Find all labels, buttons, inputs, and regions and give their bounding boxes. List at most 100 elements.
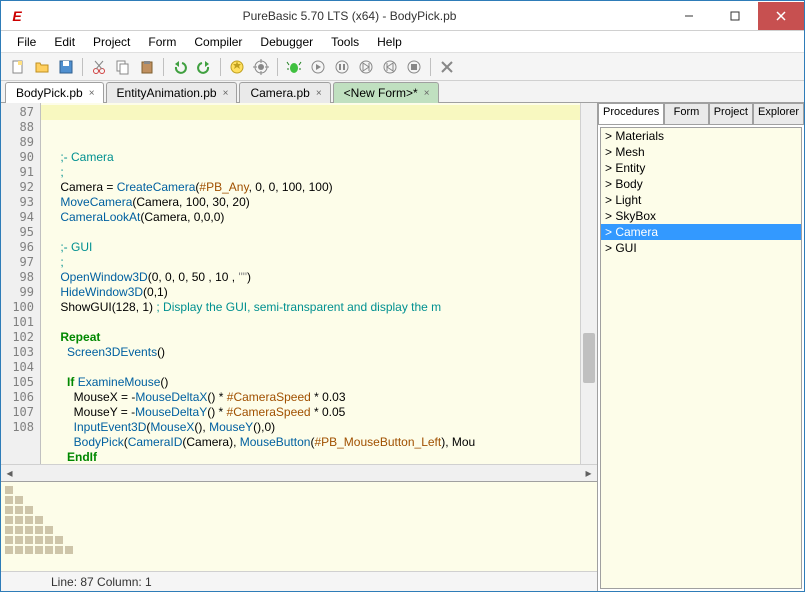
editor-tab[interactable]: <New Form>* × (333, 82, 439, 103)
code-line[interactable]: MouseX = -MouseDeltaX() * #CameraSpeed *… (47, 390, 580, 405)
scroll-right-arrow[interactable]: ▸ (580, 465, 597, 482)
code-line[interactable]: BodyPick(CameraID(Camera), MouseButton(#… (47, 435, 580, 450)
open-file-icon[interactable] (31, 56, 53, 78)
code-area[interactable]: ;- Camera ; Camera = CreateCamera(#PB_An… (41, 103, 580, 464)
statusbar: Line: 87 Column: 1 (1, 571, 597, 591)
cursor-position: Line: 87 Column: 1 (51, 575, 152, 589)
code-line[interactable]: ShowGUI(128, 1) ; Display the GUI, semi-… (47, 300, 580, 315)
tab-label: <New Form>* (344, 86, 418, 100)
code-line[interactable] (47, 225, 580, 240)
menu-tools[interactable]: Tools (323, 33, 367, 51)
scroll-left-arrow[interactable]: ◂ (1, 465, 18, 482)
menu-form[interactable]: Form (140, 33, 184, 51)
continue-icon[interactable] (379, 56, 401, 78)
code-line[interactable]: ; (47, 165, 580, 180)
minimize-button[interactable] (666, 2, 712, 30)
save-icon[interactable] (55, 56, 77, 78)
close-button[interactable] (758, 2, 804, 30)
main-window: E PureBasic 5.70 LTS (x64) - BodyPick.pb… (0, 0, 805, 592)
code-line[interactable]: If ExamineMouse() (47, 375, 580, 390)
compile-icon[interactable] (226, 56, 248, 78)
toolbar-separator (82, 58, 83, 76)
content-area: 87 88 89 90 91 92 93 94 95 96 97 98 99 1… (1, 103, 804, 591)
code-line[interactable] (47, 315, 580, 330)
menubar: FileEditProjectFormCompilerDebuggerTools… (1, 31, 804, 53)
code-line[interactable]: HideWindow3D(0,1) (47, 285, 580, 300)
run-icon[interactable] (250, 56, 272, 78)
tab-label: BodyPick.pb (16, 86, 83, 100)
paste-icon[interactable] (136, 56, 158, 78)
output-panel[interactable] (1, 481, 597, 571)
code-line[interactable]: Screen3DEvents() (47, 345, 580, 360)
toolbar-separator (163, 58, 164, 76)
maximize-button[interactable] (712, 2, 758, 30)
side-tab-project[interactable]: Project (709, 103, 753, 124)
code-line[interactable]: MoveCamera(Camera, 100, 30, 20) (47, 195, 580, 210)
vertical-scrollbar[interactable] (580, 103, 597, 464)
horizontal-scrollbar[interactable]: ◂ ▸ (1, 464, 597, 481)
editor-tab[interactable]: Camera.pb × (239, 82, 330, 103)
code-line[interactable]: OpenWindow3D(0, 0, 0, 50 , 10 , "") (47, 270, 580, 285)
stop-icon[interactable] (403, 56, 425, 78)
editor-tab[interactable]: EntityAnimation.pb × (106, 82, 238, 103)
side-tab-procedures[interactable]: Procedures (598, 103, 664, 124)
step-into-icon[interactable] (331, 56, 353, 78)
procedure-item[interactable]: > Entity (601, 160, 801, 176)
titlebar[interactable]: E PureBasic 5.70 LTS (x64) - BodyPick.pb (1, 1, 804, 31)
step-over-icon[interactable] (307, 56, 329, 78)
procedure-item[interactable]: > Materials (601, 128, 801, 144)
code-line[interactable]: ;- GUI (47, 240, 580, 255)
debug-run-icon[interactable] (283, 56, 305, 78)
code-line[interactable] (47, 360, 580, 375)
kill-icon[interactable] (436, 56, 458, 78)
editor-tabs: BodyPick.pb×EntityAnimation.pb×Camera.pb… (1, 81, 804, 103)
procedures-list[interactable]: > Materials> Mesh> Entity> Body> Light> … (600, 127, 802, 589)
window-buttons (666, 2, 804, 30)
side-panel: ProceduresFormProjectExplorer > Material… (598, 103, 804, 591)
procedure-item[interactable]: > Mesh (601, 144, 801, 160)
code-line[interactable]: EndIf (47, 450, 580, 464)
toolbar-separator (277, 58, 278, 76)
vertical-scroll-thumb[interactable] (583, 333, 595, 383)
menu-project[interactable]: Project (85, 33, 138, 51)
code-line[interactable]: MouseY = -MouseDeltaY() * #CameraSpeed *… (47, 405, 580, 420)
toolbar-separator (220, 58, 221, 76)
side-tab-form[interactable]: Form (664, 103, 708, 124)
procedure-item[interactable]: > SkyBox (601, 208, 801, 224)
procedure-item[interactable]: > GUI (601, 240, 801, 256)
new-file-icon[interactable] (7, 56, 29, 78)
side-tab-explorer[interactable]: Explorer (753, 103, 804, 124)
code-line[interactable]: ; (47, 255, 580, 270)
current-line-highlight (41, 105, 580, 120)
menu-edit[interactable]: Edit (46, 33, 83, 51)
line-gutter: 87 88 89 90 91 92 93 94 95 96 97 98 99 1… (1, 103, 41, 464)
code-line[interactable]: Camera = CreateCamera(#PB_Any, 0, 0, 100… (47, 180, 580, 195)
menu-help[interactable]: Help (369, 33, 410, 51)
toolbar-separator (430, 58, 431, 76)
code-editor[interactable]: 87 88 89 90 91 92 93 94 95 96 97 98 99 1… (1, 103, 597, 464)
close-icon[interactable]: × (221, 88, 231, 99)
app-icon: E (7, 6, 27, 26)
copy-icon[interactable] (112, 56, 134, 78)
resize-grip-icon (5, 486, 85, 566)
tab-label: Camera.pb (250, 86, 309, 100)
editor-tab[interactable]: BodyPick.pb × (5, 82, 104, 103)
code-line[interactable]: CameraLookAt(Camera, 0,0,0) (47, 210, 580, 225)
procedure-item[interactable]: > Light (601, 192, 801, 208)
step-out-icon[interactable] (355, 56, 377, 78)
tab-label: EntityAnimation.pb (117, 86, 217, 100)
close-icon[interactable]: × (87, 88, 97, 99)
redo-icon[interactable] (193, 56, 215, 78)
menu-file[interactable]: File (9, 33, 44, 51)
menu-compiler[interactable]: Compiler (186, 33, 250, 51)
undo-icon[interactable] (169, 56, 191, 78)
cut-icon[interactable] (88, 56, 110, 78)
procedure-item[interactable]: > Camera (601, 224, 801, 240)
code-line[interactable]: InputEvent3D(MouseX(), MouseY(),0) (47, 420, 580, 435)
menu-debugger[interactable]: Debugger (252, 33, 321, 51)
close-icon[interactable]: × (314, 88, 324, 99)
close-icon[interactable]: × (422, 88, 432, 99)
code-line[interactable]: ;- Camera (47, 150, 580, 165)
code-line[interactable]: Repeat (47, 330, 580, 345)
procedure-item[interactable]: > Body (601, 176, 801, 192)
